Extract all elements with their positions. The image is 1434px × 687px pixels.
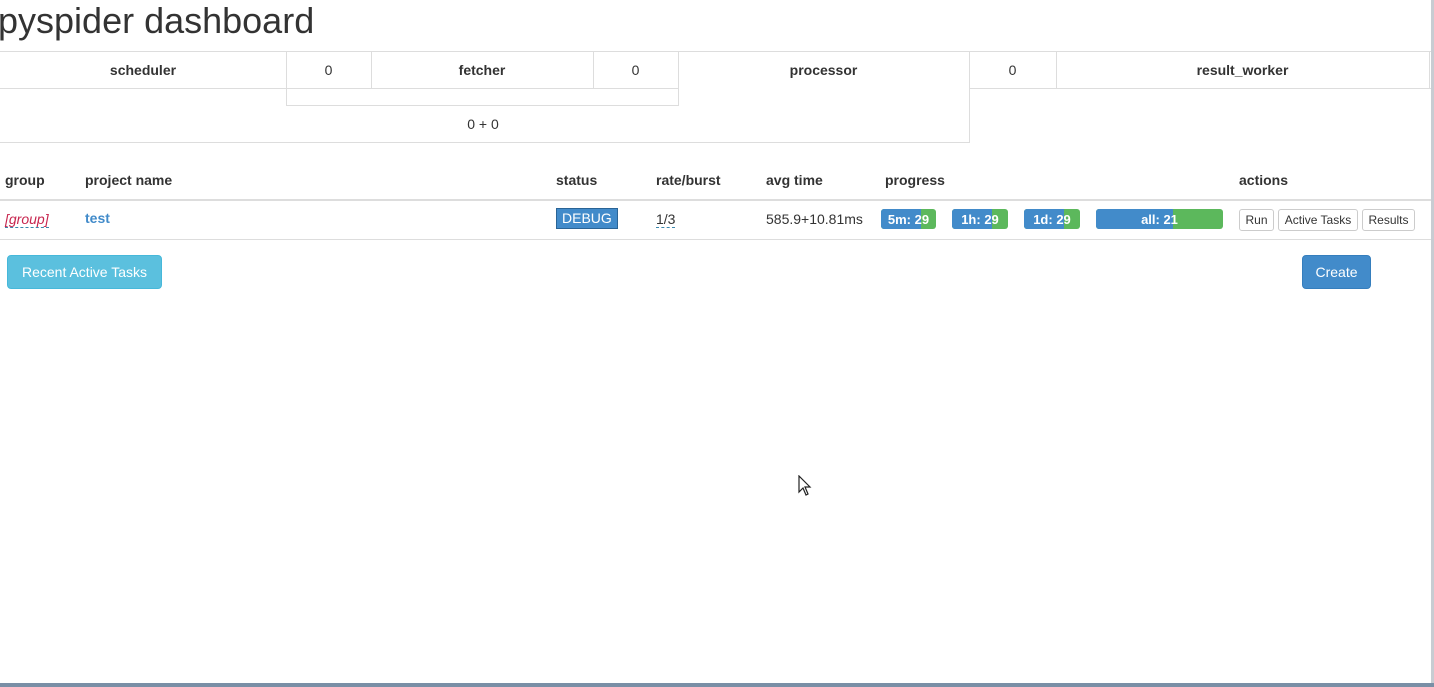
- progress-1h-label: 1h: 29: [961, 211, 999, 227]
- fetcher-label: fetcher: [458, 61, 506, 78]
- scheduler2fetcher-count: 0: [324, 61, 333, 78]
- progress-5m-label: 5m: 29: [887, 211, 930, 227]
- fetcher2processor-count: 0: [631, 61, 640, 78]
- header-rate-burst: rate/burst: [656, 172, 721, 188]
- header-group: group: [5, 172, 45, 188]
- progress-1d-label: 1d: 29: [1033, 211, 1071, 227]
- mouse-cursor-icon: [798, 475, 812, 496]
- run-button[interactable]: Run: [1239, 209, 1274, 231]
- project-group-link[interactable]: [group]: [5, 211, 49, 228]
- progress-all-bar: all: 21: [1096, 209, 1223, 229]
- divider: [1429, 51, 1430, 88]
- dashboard-page: pyspider dashboard scheduler 0 fetcher 0…: [0, 0, 1434, 687]
- header-project-name: project name: [85, 172, 173, 188]
- active-tasks-button[interactable]: Active Tasks: [1278, 209, 1358, 231]
- divider: [969, 88, 1434, 89]
- processor2result-count: 0: [1008, 61, 1017, 78]
- recent-active-tasks-button[interactable]: Recent Active Tasks: [7, 255, 162, 289]
- header-avg-time: avg time: [766, 172, 823, 188]
- create-button[interactable]: Create: [1302, 255, 1371, 289]
- project-avg-time: 585.9+10.81ms: [766, 211, 863, 227]
- row-divider: [0, 239, 1434, 240]
- divider: [286, 88, 678, 89]
- processor-label: processor: [789, 61, 858, 78]
- project-rate-burst[interactable]: 1/3: [656, 211, 676, 228]
- project-status-badge[interactable]: DEBUG: [556, 208, 618, 229]
- header-actions: actions: [1239, 172, 1289, 188]
- divider: [0, 88, 286, 89]
- scheduler-label: scheduler: [109, 61, 177, 78]
- progress-1d-bar: 1d: 29: [1024, 209, 1080, 229]
- header-status: status: [556, 172, 598, 188]
- header-progress: progress: [885, 172, 945, 188]
- header-divider: [0, 199, 1434, 201]
- result-worker-label: result_worker: [1196, 61, 1289, 78]
- progress-all-label: all: 21: [1141, 211, 1178, 227]
- divider: [0, 142, 970, 143]
- new-tasks-count: 0 + 0: [467, 116, 499, 132]
- progress-5m-bar: 5m: 29: [881, 209, 936, 229]
- page-title: pyspider dashboard: [0, 0, 315, 41]
- queue-status-table: scheduler 0 fetcher 0 processor 0 result…: [0, 51, 1434, 146]
- window-edge: [0, 683, 1434, 687]
- results-button[interactable]: Results: [1362, 209, 1415, 231]
- project-name-link[interactable]: test: [85, 210, 110, 226]
- progress-1h-bar: 1h: 29: [952, 209, 1008, 229]
